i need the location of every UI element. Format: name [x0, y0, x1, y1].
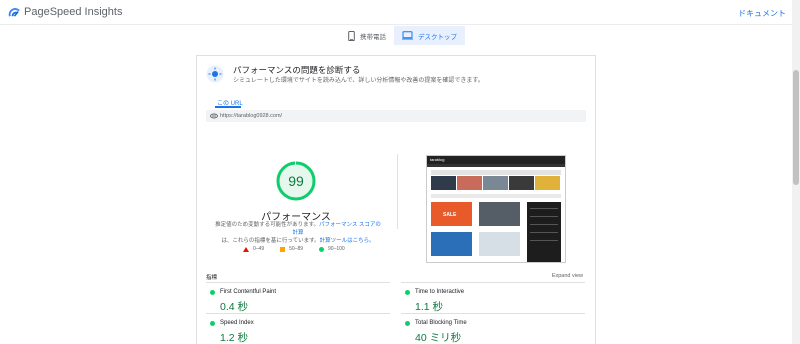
preview-tile — [431, 176, 456, 190]
preview-sidebar-line — [530, 232, 558, 233]
pass-circle-icon — [210, 290, 215, 295]
tab-desktop-label: デスクトップ — [418, 33, 457, 41]
pass-circle-icon — [405, 290, 410, 295]
preview-article-image — [479, 202, 520, 226]
metric-name: Speed Index — [220, 320, 254, 326]
score-legend: 0–49 50–89 90–100 — [243, 246, 345, 252]
metric-value: 40 ミリ秒 — [415, 332, 462, 344]
diagnose-subtitle: シミュレートした環境でサイトを読み込んで、詳しい分析情報や改善の提案を確認できま… — [233, 78, 484, 84]
analyzed-url-bar: https://tarablog0928.com/ — [206, 110, 586, 122]
score-desc-text: 推定値のため変動する可能性があります。 — [215, 222, 320, 228]
preview-tile — [483, 176, 508, 190]
scrollbar-thumb[interactable] — [793, 70, 799, 185]
metrics-heading: 指標 — [206, 275, 218, 281]
phone-icon — [348, 30, 355, 41]
preview-article-image — [431, 232, 472, 256]
preview-sidebar-line — [530, 224, 558, 225]
pagespeed-logo-icon — [8, 8, 20, 17]
preview-sidebar-line — [530, 240, 558, 241]
preview-tile — [457, 176, 482, 190]
metric-name: Time to Interactive — [415, 289, 465, 295]
metrics-divider — [401, 282, 585, 283]
pass-circle-icon — [405, 321, 410, 326]
metric-value: 0.4 秒 — [220, 301, 249, 313]
legend-fail-range: 0–49 — [253, 246, 265, 252]
app-title[interactable]: PageSpeed Insights — [24, 6, 122, 18]
legend-average-range: 50–89 — [289, 246, 304, 252]
analyzed-url[interactable]: https://tarablog0928.com/ — [220, 113, 282, 119]
page-screenshot-preview: tarablog SALE — [426, 155, 566, 263]
circle-icon — [319, 246, 325, 252]
link-icon — [210, 113, 218, 119]
diagnose-header: パフォーマンスの問題を診断する シミュレートした環境でサイトを読み込んで、詳しい… — [197, 56, 595, 86]
triangle-icon — [243, 246, 249, 252]
top-bar: PageSpeed Insights ドキュメント — [0, 0, 792, 25]
preview-tile — [535, 176, 560, 190]
tab-mobile[interactable]: 携帯電話 — [340, 26, 394, 45]
pass-circle-icon — [210, 321, 215, 326]
page-scrollbar[interactable] — [792, 0, 800, 344]
metrics-divider — [206, 313, 390, 314]
preview-brand: tarablog — [430, 157, 445, 162]
expand-view-button[interactable]: Expand view — [552, 273, 583, 279]
score-desc-text-2: は、これらの指標を基に行っています。 — [221, 238, 320, 244]
metric-name: Total Blocking Time — [415, 320, 467, 326]
legend-fail: 0–49 — [243, 246, 264, 252]
square-icon — [280, 246, 286, 252]
metrics-divider — [401, 313, 585, 314]
calculator-link[interactable]: 計算ツールはこちら。 — [320, 238, 375, 244]
preview-section-title — [431, 194, 561, 198]
score-description: 推定値のため変動する可能性があります。パフォーマンス スコアの計算 は、これらの… — [215, 221, 381, 245]
preview-sidebar-line — [530, 208, 558, 209]
tab-active-indicator — [215, 106, 241, 108]
device-tabs: 携帯電話 デスクトップ — [340, 26, 465, 45]
legend-pass: 90–100 — [319, 246, 345, 252]
preview-sale-text: SALE — [443, 212, 457, 218]
metric-name: First Contentful Paint — [220, 289, 277, 295]
diagnose-icon — [206, 65, 224, 83]
docs-link[interactable]: ドキュメント — [738, 8, 786, 19]
tab-desktop[interactable]: デスクトップ — [394, 26, 465, 45]
desktop-icon — [402, 31, 413, 40]
preview-sidebar — [527, 202, 561, 262]
preview-article-image — [479, 232, 520, 256]
preview-sidebar-line — [530, 216, 558, 217]
preview-header: tarablog — [427, 156, 565, 164]
metrics-divider — [206, 282, 390, 283]
report-card: パフォーマンスの問題を診断する シミュレートした環境でサイトを読み込んで、詳しい… — [196, 55, 596, 344]
legend-pass-range: 90–100 — [328, 246, 345, 252]
performance-score: 99 — [288, 173, 304, 189]
preview-nav — [427, 164, 565, 167]
vertical-divider — [397, 154, 398, 229]
tab-mobile-label: 携帯電話 — [360, 33, 386, 41]
metric-value: 1.2 秒 — [220, 332, 249, 344]
legend-average: 50–89 — [280, 246, 303, 252]
metric-value: 1.1 秒 — [415, 301, 444, 313]
preview-tile — [509, 176, 534, 190]
preview-banner — [431, 170, 561, 175]
